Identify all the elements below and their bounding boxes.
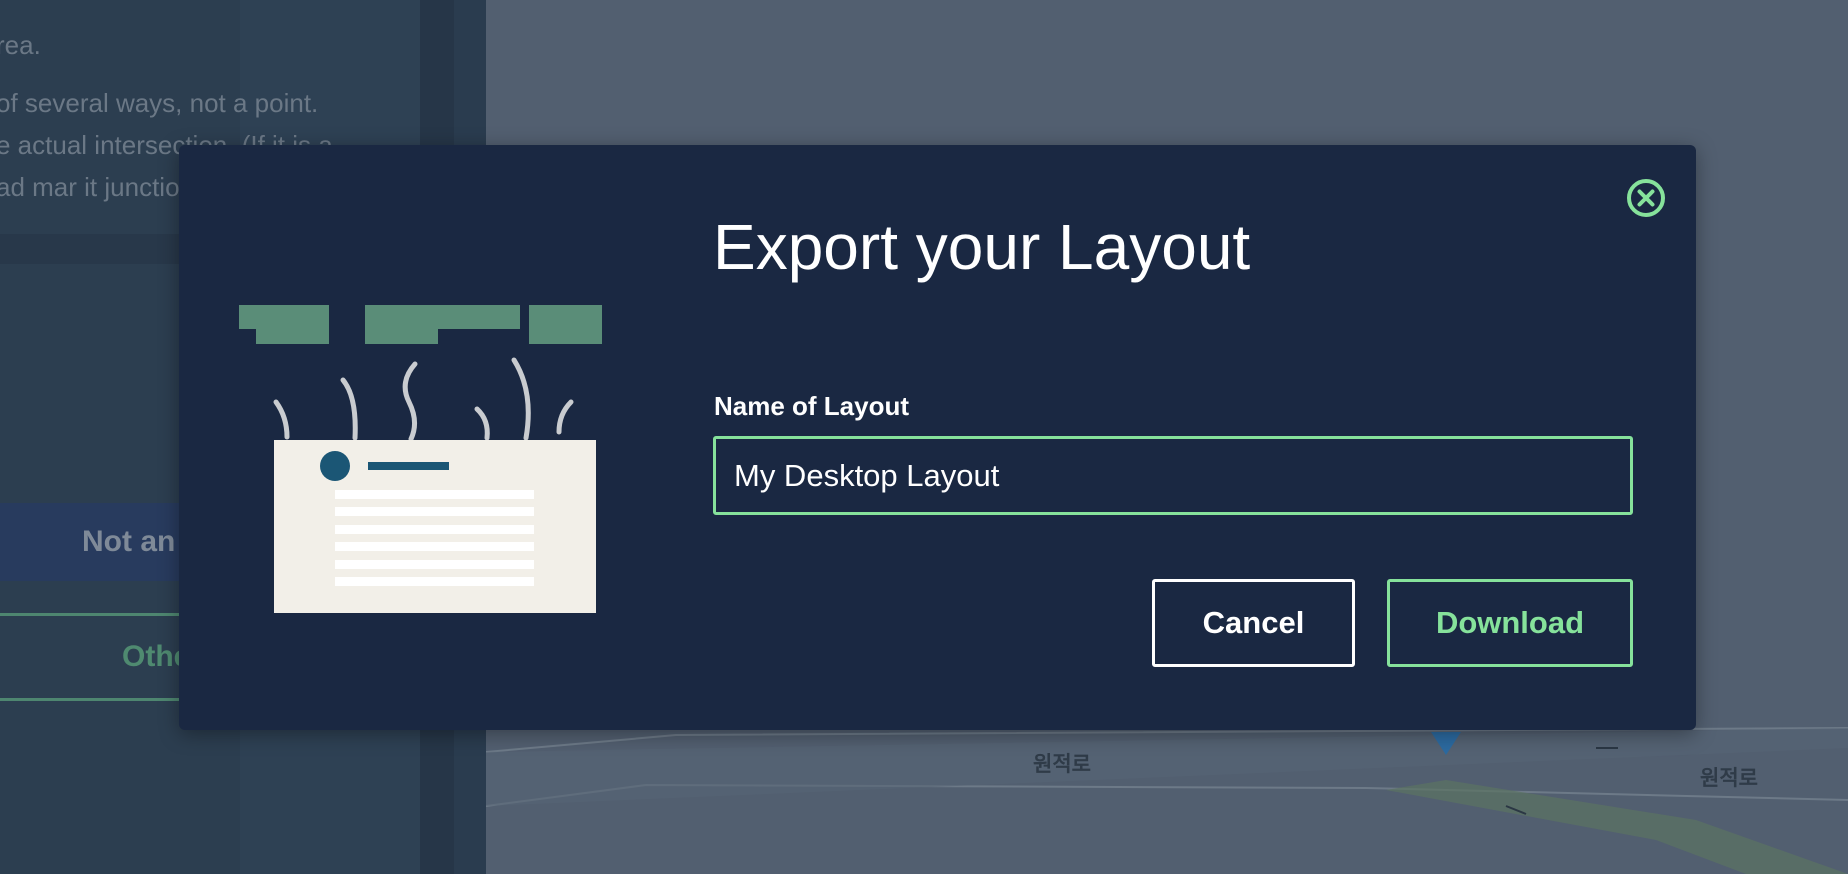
help-text-line: ad mar it junctio xyxy=(0,172,180,202)
road-label: 원적로 xyxy=(1033,752,1091,776)
download-button[interactable]: Download xyxy=(1387,579,1633,667)
close-circle-icon xyxy=(1627,179,1665,217)
choice-not-an-label: Not an xyxy=(82,525,176,558)
exported-document-illustration xyxy=(239,305,602,613)
dialog-title: Export your Layout xyxy=(713,211,1251,283)
road-label: 원적로 xyxy=(1700,766,1758,790)
layout-name-label: Name of Layout xyxy=(714,391,910,421)
export-layout-dialog: Export your Layout Name of Layout Cancel… xyxy=(179,145,1696,730)
cancel-button[interactable]: Cancel xyxy=(1152,579,1355,667)
help-text-line: of several ways, not a point. xyxy=(0,88,319,118)
layout-name-input[interactable] xyxy=(713,436,1633,515)
close-button[interactable] xyxy=(1626,178,1666,218)
help-text-line: rea. xyxy=(0,30,41,60)
